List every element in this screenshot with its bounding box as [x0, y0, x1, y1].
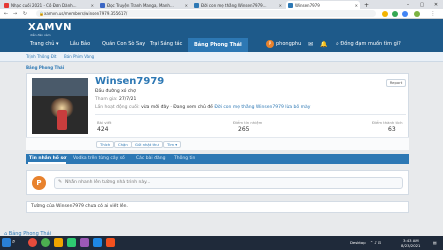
- nav-trai-sang-tac[interactable]: Trại Sáng tác: [150, 41, 182, 47]
- site-tagline: diễn đàn xàm: [30, 33, 51, 37]
- site-icon: [100, 2, 105, 8]
- site-logo[interactable]: XAMVN: [28, 22, 72, 33]
- browser-tab[interactable]: Đọc Truyện Tranh Manga, Manh... ✕: [98, 1, 190, 9]
- tab-about[interactable]: Thông tin: [174, 156, 195, 161]
- stat-label: Bài viết: [97, 120, 112, 125]
- app-icon[interactable]: [67, 238, 76, 247]
- profile-actions-row: [26, 137, 409, 150]
- last-seen: Lần hoạt động cuối: vừa mới đây · Đang x…: [95, 105, 311, 110]
- app-icon[interactable]: [93, 238, 102, 247]
- stat-label: Điểm thành tích: [372, 120, 403, 125]
- tray-icons[interactable]: ⌃ ♪ ⊡: [370, 240, 381, 245]
- lock-icon: 🔒: [39, 11, 44, 16]
- forward-icon[interactable]: →: [12, 11, 18, 17]
- minimize-icon[interactable]: –: [401, 0, 415, 9]
- opera-icon[interactable]: [28, 238, 37, 247]
- chrome-icon[interactable]: [41, 238, 50, 247]
- folder-icon[interactable]: [54, 238, 63, 247]
- report-button[interactable]: Report: [386, 79, 406, 87]
- username-label: phongphu: [276, 41, 302, 47]
- pencil-icon: ✎: [58, 179, 63, 185]
- url-field[interactable]: 🔒 xamvn.us/members/winsen7979.355617/: [36, 10, 376, 17]
- avatar: P: [266, 40, 274, 48]
- stat-trophy-points[interactable]: 63: [388, 126, 396, 133]
- tab-postings[interactable]: Các bài đăng: [136, 156, 165, 161]
- extension-icon[interactable]: [382, 11, 388, 17]
- back-icon[interactable]: ←: [3, 11, 9, 17]
- browser-tab-active[interactable]: Winsen7979 ✕: [286, 1, 360, 9]
- clock-date[interactable]: 8/23/2021: [401, 243, 420, 248]
- empty-wall-message: Tường của Winsen7979 chưa có ai viết lên…: [26, 201, 409, 213]
- search-icon[interactable]: ⌕: [12, 238, 15, 246]
- menu-icon[interactable]: ⋮: [430, 11, 436, 17]
- nav-home[interactable]: Trang chủ ▾: [30, 41, 59, 47]
- close-icon[interactable]: ✕: [183, 3, 188, 8]
- notifications-icon[interactable]: ▤: [433, 240, 437, 245]
- find-dropdown[interactable]: Tìm ▾: [163, 141, 182, 148]
- tab-title: Đời con mẹ thằng Winsen7979...: [201, 2, 267, 8]
- close-icon[interactable]: ✕: [277, 3, 282, 8]
- last-seen-thread-link[interactable]: Đời con mẹ thằng Winsen7979 lừa bố mày: [214, 105, 310, 110]
- sub-nav-item[interactable]: Bán Phim Vàng: [64, 54, 94, 59]
- profile-username: Winsen7979: [95, 76, 165, 87]
- stat-label: Điểm tín nhiệm: [233, 120, 263, 125]
- tab-title: Nhạc cuối 2021 - Cô Đơn Dành...: [11, 2, 77, 8]
- nav-quan-con-so-say[interactable]: Quán Con Sò Say: [102, 41, 145, 47]
- block-button[interactable]: Chặn: [114, 141, 132, 148]
- app-icon[interactable]: [106, 238, 115, 247]
- composer-avatar: P: [32, 176, 46, 190]
- breadcrumb[interactable]: Bảng Phong Thái: [26, 65, 64, 70]
- desktop-label[interactable]: Desktop: [350, 240, 366, 245]
- tab-profile-posts[interactable]: Tin nhắn hồ sơ: [29, 156, 66, 161]
- reload-icon[interactable]: ↻: [22, 11, 28, 17]
- profile-icon[interactable]: [414, 11, 420, 17]
- nav-bang-phong-thai[interactable]: Bảng Phong Thái: [188, 38, 248, 52]
- close-window-icon[interactable]: ✕: [429, 0, 443, 9]
- conversation-button[interactable]: Gửi nhật thư: [131, 141, 163, 148]
- stats-divider: [95, 114, 406, 115]
- url-text: xamvn.us/members/winsen7979.355617/: [44, 11, 128, 16]
- joined-date: Tham gia: 27/7/21: [95, 97, 137, 102]
- tab-title: Winsen7979: [295, 2, 320, 8]
- search-button[interactable]: ⌕ Đồng đạm muốn tìm gì?: [336, 41, 401, 47]
- windows-start-icon[interactable]: [2, 238, 11, 247]
- avatar-background: [32, 78, 88, 96]
- extension-icon[interactable]: [402, 11, 408, 17]
- sub-nav-item[interactable]: Trịnh Thông Đít: [26, 54, 57, 59]
- profile-post-input[interactable]: Nhắn nhanh lên tường nhà trinh này...: [54, 177, 403, 189]
- stat-posts[interactable]: 424: [97, 126, 108, 133]
- close-icon[interactable]: ✕: [353, 3, 358, 8]
- user-menu[interactable]: P phongphu: [266, 40, 301, 48]
- stat-reputation[interactable]: 265: [238, 126, 249, 133]
- maximize-icon[interactable]: ▢: [415, 0, 429, 9]
- youtube-icon: [4, 2, 9, 8]
- close-icon[interactable]: ✕: [89, 3, 94, 8]
- mail-icon[interactable]: ✉: [308, 41, 313, 48]
- nav-lau-bao[interactable]: Lầu Bảo: [70, 41, 90, 47]
- tab-title: Đọc Truyện Tranh Manga, Manh...: [107, 2, 174, 8]
- avatar-lamp: [57, 110, 67, 130]
- site-icon: [194, 2, 199, 8]
- browser-tab[interactable]: Nhạc cuối 2021 - Cô Đơn Dành... ✕: [2, 1, 96, 9]
- bell-icon[interactable]: 🔔: [320, 41, 327, 48]
- profile-avatar[interactable]: [32, 78, 88, 134]
- like-button[interactable]: Thích: [96, 141, 115, 148]
- site-icon: [288, 2, 293, 8]
- input-placeholder: Nhắn nhanh lên tường nhà trinh này...: [65, 180, 151, 185]
- extension-icon[interactable]: [392, 11, 398, 17]
- app-icon[interactable]: [80, 238, 89, 247]
- active-tab-indicator: [28, 162, 66, 164]
- user-title: Đầu đường xó chợ: [95, 89, 136, 94]
- tab-latest-activity[interactable]: Vodka trên từng cây số: [73, 156, 125, 161]
- browser-tab[interactable]: Đời con mẹ thằng Winsen7979... ✕: [192, 1, 284, 9]
- new-tab-button[interactable]: +: [362, 1, 370, 9]
